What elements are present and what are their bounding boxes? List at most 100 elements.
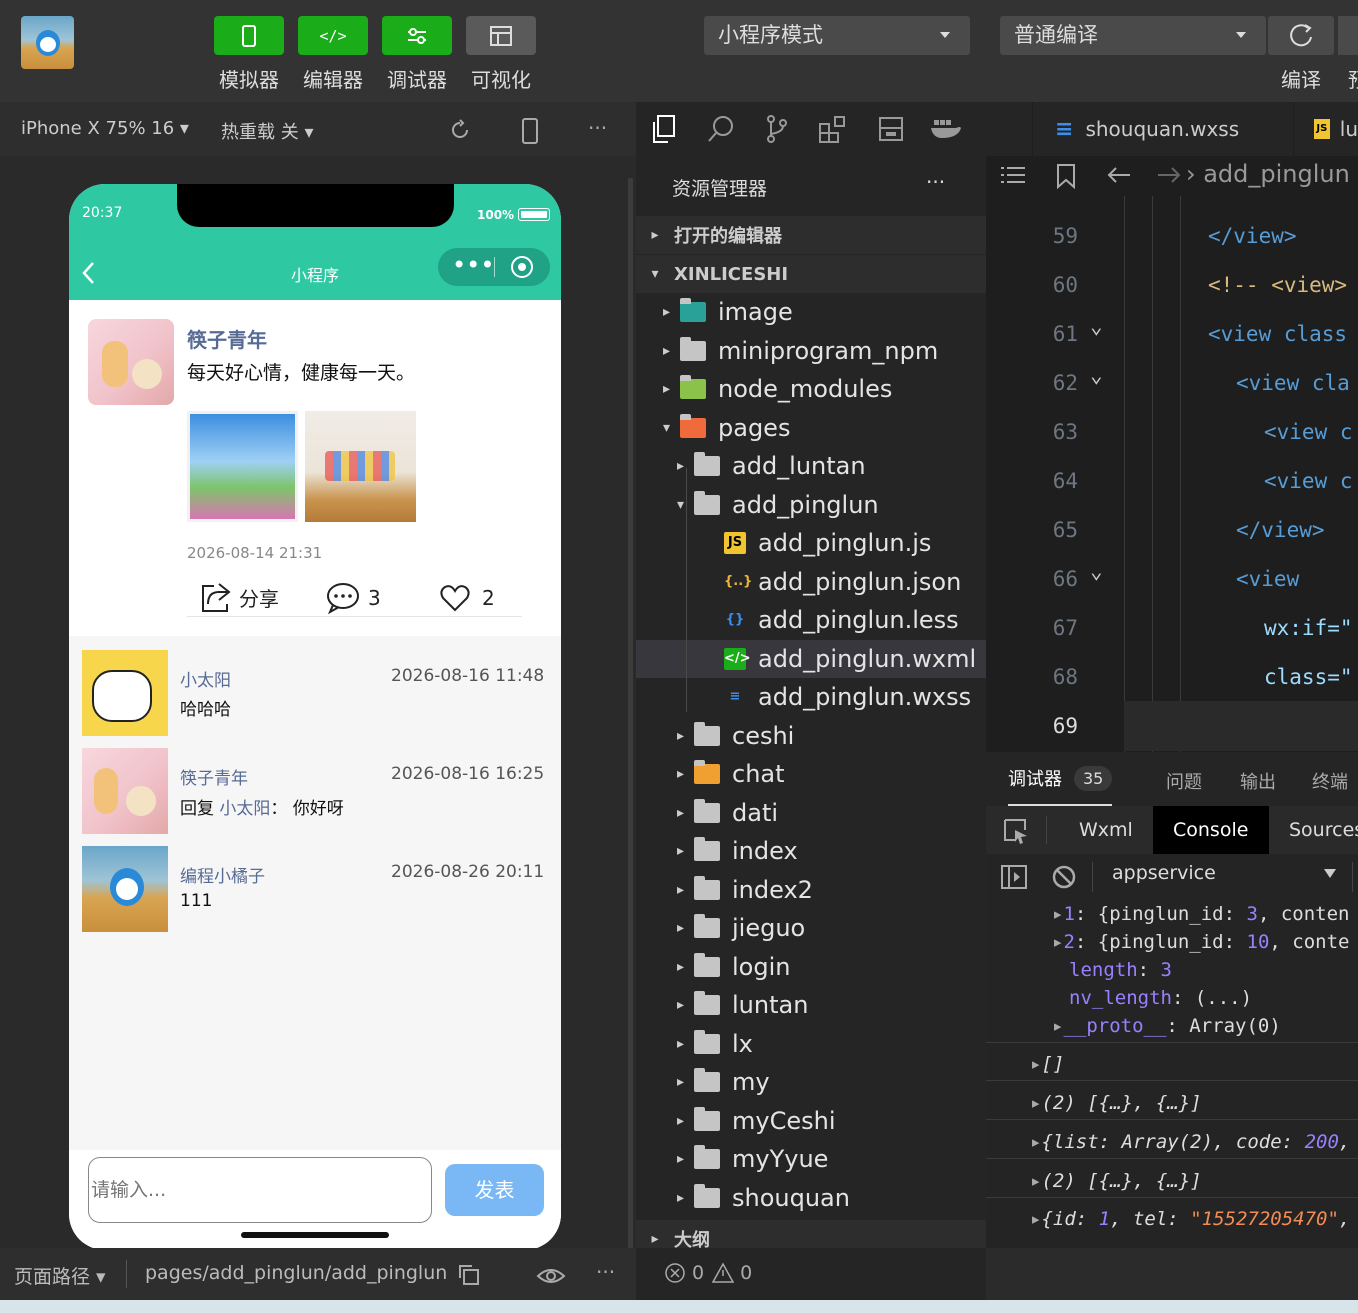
project-section[interactable]: ▾ XINLICESHI [636,255,986,293]
tree-item-dati[interactable]: ▸ dati [636,794,986,832]
fold-chevron-icon[interactable]: ⌄ [1090,314,1103,338]
back-arrow-icon[interactable] [1106,165,1132,185]
rotate-icon[interactable] [448,118,472,142]
console-entry[interactable]: ▸{list: Array(2), code: 200, [1030,1131,1350,1153]
comment-author[interactable]: 小太阳 [180,666,231,691]
editor-button[interactable]: </> [298,16,368,55]
comment-input[interactable] [88,1157,432,1223]
code-line[interactable]: <view class [1208,322,1347,346]
submit-button[interactable]: 发表 [445,1164,544,1216]
tab-shouquan-wxss[interactable]: ≡ shouquan.wxss [1032,102,1292,156]
hot-reload-select[interactable]: 热重载 关 ▾ [221,118,313,144]
tab-problems[interactable]: 问题 [1166,768,1202,794]
code-line[interactable]: class=" [1264,665,1353,689]
eye-icon[interactable] [536,1266,566,1286]
tree-item-add-pinglun-js[interactable]: JS add_pinglun.js [636,524,986,562]
post-image[interactable] [305,411,416,522]
bookmark-icon[interactable] [1056,163,1076,189]
code-line[interactable]: <view c [1264,469,1353,493]
comment-avatar[interactable] [82,650,168,736]
tree-item-add-pinglun-json[interactable]: {..} add_pinglun.json [636,563,986,601]
tab-terminal[interactable]: 终端 [1312,768,1348,794]
mode-select[interactable]: 小程序模式 [704,16,970,55]
tree-item-image[interactable]: ▸ image [636,293,986,331]
comment-button[interactable]: 3 [326,582,381,614]
capsule-more-icon[interactable]: ••• [452,251,494,279]
capsule-close-icon[interactable] [511,256,533,278]
tab-console[interactable]: Console [1153,806,1269,854]
code-line[interactable]: </view> [1236,518,1325,542]
post-author[interactable]: 筷子青年 [187,324,267,353]
console-entry[interactable]: ▸[] [1030,1053,1064,1075]
tree-item-pages[interactable]: ▾ pages [636,409,986,447]
code-editor[interactable]: 59 </view> 60 <!-- <view> 61 <view class 62 <vi… [986,196,1358,752]
tree-item-luntan[interactable]: ▸ luntan [636,986,986,1024]
reply-target[interactable]: 小太阳 [219,799,270,819]
inspect-icon[interactable] [1003,818,1029,844]
forward-arrow-icon[interactable] [1156,165,1182,185]
console-output[interactable]: ▸1: {pinglun_id: 3, conten ▸2: {pinglun_… [986,900,1358,1248]
tab-output[interactable]: 输出 [1240,768,1276,794]
breadcrumb[interactable]: › add_pinglun [1186,160,1350,188]
tree-item-add-pinglun-wxml[interactable]: </> add_pinglun.wxml [636,639,986,678]
device-select[interactable]: iPhone X 75% 16 ▾ [21,118,189,139]
search-icon[interactable] [706,114,736,144]
code-line[interactable]: </view> [1208,224,1297,248]
share-button[interactable]: 分享 [199,580,279,614]
visual-button[interactable] [466,16,536,55]
simulator-button[interactable] [214,16,284,55]
docker-icon[interactable] [930,118,962,140]
files-icon[interactable] [650,114,678,144]
page-path-label[interactable]: 页面路径 ▾ [14,1262,106,1289]
more-icon[interactable]: ··· [596,1260,615,1284]
comment-avatar[interactable] [82,846,168,932]
save-icon[interactable] [878,116,904,142]
code-line[interactable]: <!-- <view> [1208,273,1347,297]
tree-item-my[interactable]: ▸ my [636,1063,986,1101]
fold-chevron-icon[interactable]: ⌄ [1090,559,1103,583]
tree-item-miniprogram-npm[interactable]: ▸ miniprogram_npm [636,332,986,370]
sidebar-toggle-icon[interactable] [1000,864,1028,890]
more-icon[interactable]: ··· [926,170,945,194]
source-control-icon[interactable] [764,114,790,144]
code-line[interactable]: <view [1236,567,1299,591]
tree-item-add-pinglun[interactable]: ▾ add_pinglun [636,486,986,524]
phone-icon[interactable] [521,118,539,144]
list-icon[interactable] [1000,165,1026,185]
post-image[interactable] [187,411,298,522]
comment-author[interactable]: 筷子青年 [180,764,248,789]
tab-sources[interactable]: Sources [1289,819,1358,841]
tab-debugger[interactable]: 调试器 35 [1008,752,1113,806]
user-avatar[interactable] [21,16,74,69]
tree-item-myceshi[interactable]: ▸ myCeshi [636,1102,986,1140]
tab-wxml[interactable]: Wxml [1079,819,1133,841]
open-editors-section[interactable]: ▸ 打开的编辑器 [636,216,986,254]
tree-item-index2[interactable]: ▸ index2 [636,871,986,909]
tree-item-add-luntan[interactable]: ▸ add_luntan [636,447,986,485]
code-line[interactable]: <view cla [1236,371,1350,395]
comment-author[interactable]: 编程小橘子 [180,862,265,887]
extensions-icon[interactable] [818,114,848,144]
console-entry[interactable]: ▸(2) [{…}, {…}] [1030,1092,1202,1114]
code-line[interactable]: <view c [1264,420,1353,444]
console-entry[interactable]: ▸1: {pinglun_id: 3, conten [1052,903,1349,925]
console-entry[interactable]: ▸__proto__: Array(0) [1052,1015,1281,1037]
tree-item-node-modules[interactable]: ▸ node_modules [636,370,986,408]
fold-chevron-icon[interactable]: ⌄ [1090,363,1103,387]
tree-item-myyyue[interactable]: ▸ myYyue [636,1140,986,1178]
post-avatar[interactable] [88,319,174,405]
problems-status[interactable]: 0 0 [664,1262,752,1284]
tree-item-lx[interactable]: ▸ lx [636,1025,986,1063]
compile-button[interactable] [1268,16,1334,55]
tree-item-chat[interactable]: ▸ chat [636,755,986,793]
tree-item-jieguo[interactable]: ▸ jieguo [636,909,986,947]
tree-item-ceshi[interactable]: ▸ ceshi [636,717,986,755]
tree-item-login[interactable]: ▸ login [636,948,986,986]
code-line[interactable]: wx:if=" [1264,616,1353,640]
preview-button-partial[interactable] [1338,16,1358,55]
console-entry[interactable]: nv_length: (...) [1069,987,1252,1009]
like-button[interactable]: 2 [440,584,495,612]
tree-item-add-pinglun-less[interactable]: {} add_pinglun.less [636,601,986,639]
tree-item-add-pinglun-wxss[interactable]: ≡ add_pinglun.wxss [636,678,986,716]
context-select[interactable]: appservice [1112,862,1342,892]
